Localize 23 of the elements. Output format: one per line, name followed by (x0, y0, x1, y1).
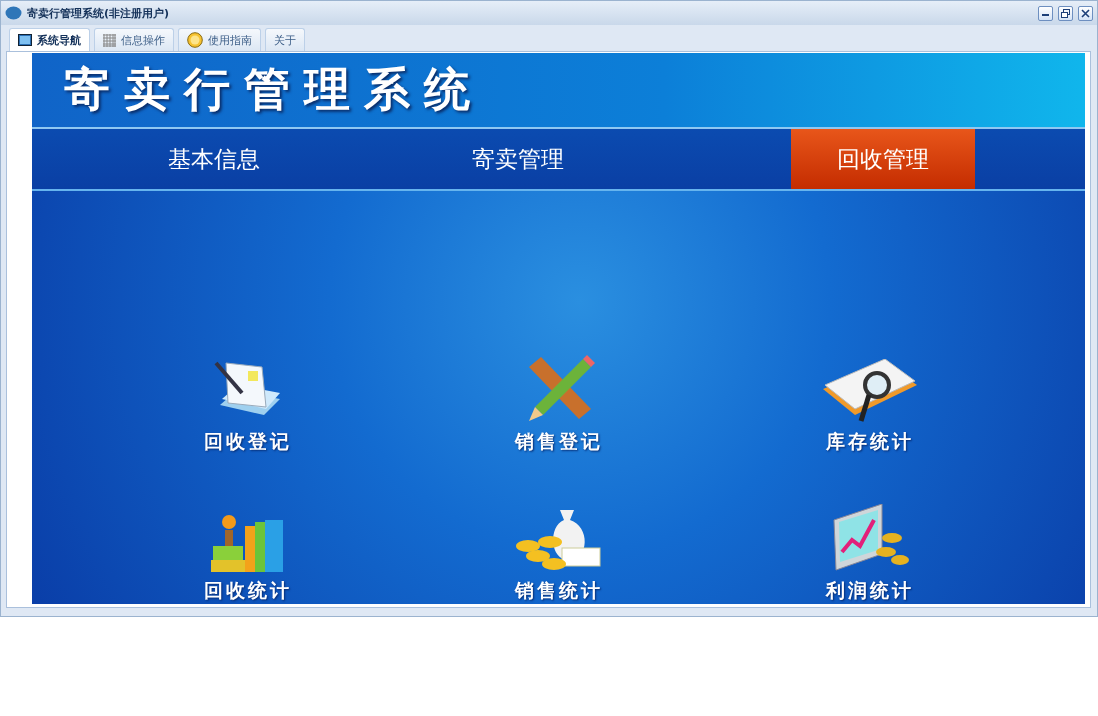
minimize-button[interactable] (1038, 5, 1053, 21)
restore-button[interactable] (1058, 5, 1073, 21)
tab[interactable]: 使用指南 (178, 28, 261, 51)
action-label[interactable]: 利润统计 (825, 578, 914, 604)
tab[interactable]: 系统导航 (9, 28, 90, 51)
action-label[interactable]: 回收登记 (203, 428, 292, 455)
action-label[interactable]: 销售统计 (514, 578, 603, 604)
tab[interactable]: 关于 (265, 28, 305, 51)
action-label[interactable]: 销售登记 (514, 428, 603, 455)
nav-item[interactable]: 基本信息 (62, 129, 367, 189)
window-title: 寄卖行管理系统(非注册用户) (27, 5, 171, 21)
nav-item[interactable]: 寄卖管理 (366, 129, 671, 189)
monitor-icon (18, 34, 32, 46)
grid-icon (103, 33, 116, 47)
tab[interactable]: 信息操作 (94, 28, 174, 51)
action-label[interactable]: 库存统计 (825, 428, 914, 455)
close-button[interactable] (1078, 5, 1093, 21)
restore-icon (1061, 8, 1070, 18)
app-logo-icon (5, 6, 22, 20)
action-label[interactable]: 回收统计 (203, 578, 292, 604)
close-icon (1081, 8, 1090, 18)
nav-item[interactable]: 回收管理 (790, 129, 975, 189)
banner-title: 寄卖行管理系统 (64, 61, 484, 118)
